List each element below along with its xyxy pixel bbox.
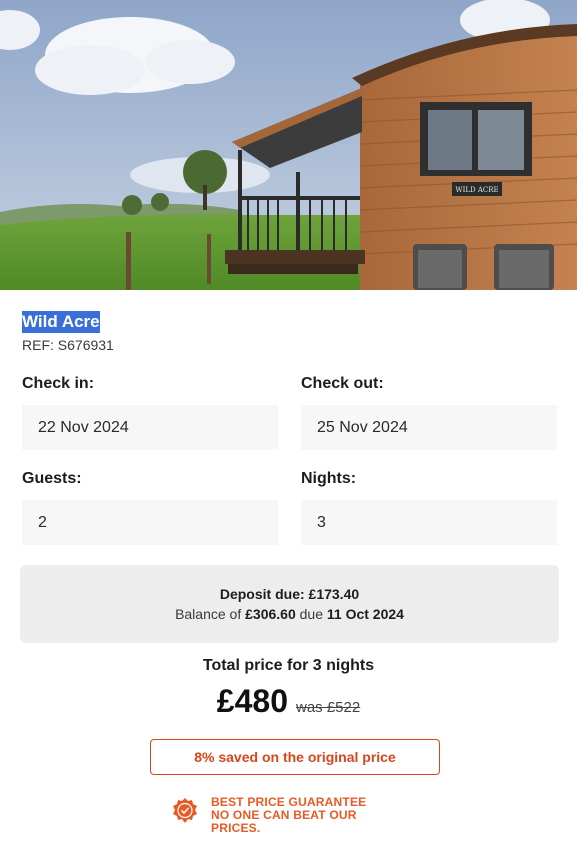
guarantee-text: BEST PRICE GUARANTEE NO ONE CAN BEAT OUR… <box>211 796 381 835</box>
price-guarantee-badge-icon <box>173 798 197 823</box>
balance-prefix: Balance of <box>175 606 242 622</box>
was-price: was £522 <box>295 699 361 716</box>
check-in-value: 22 Nov 2024 <box>38 418 129 436</box>
check-in-field[interactable]: 22 Nov 2024 <box>22 405 278 450</box>
deposit-due-prefix: Deposit due: <box>219 586 305 602</box>
nights-value: 3 <box>317 513 326 531</box>
check-out-field[interactable]: 25 Nov 2024 <box>301 405 557 450</box>
balance-mid: due <box>299 606 323 622</box>
balance-amount: £306.60 <box>245 606 296 622</box>
property-header: Wild Acre REF: S676931 <box>22 311 114 353</box>
balance-date: 11 Oct 2024 <box>326 606 404 622</box>
property-photo-illustration: WILD ACRE <box>0 0 577 290</box>
guests-label: Guests: <box>22 470 82 487</box>
check-out-value: 25 Nov 2024 <box>317 418 408 436</box>
nights-field[interactable]: 3 <box>301 500 557 545</box>
deposit-due-amount: £173.40 <box>308 586 360 602</box>
check-in-label: Check in: <box>22 375 95 392</box>
property-name: Wild Acre <box>22 311 100 333</box>
balance-line: Balance of £306.60 due 11 Oct 2024 <box>20 603 559 625</box>
guests-value: 2 <box>38 513 47 531</box>
property-photo: WILD ACRE <box>0 0 577 290</box>
check-out-label: Check out: <box>301 375 384 392</box>
guests-field[interactable]: 2 <box>22 500 278 545</box>
best-price-guarantee: BEST PRICE GUARANTEE NO ONE CAN BEAT OUR… <box>171 796 381 835</box>
savings-badge: 8% saved on the original price <box>150 739 440 775</box>
price-row: £480 was £522 <box>0 683 577 720</box>
total-price-label: Total price for 3 nights <box>202 657 375 674</box>
total-price: £480 <box>216 683 288 719</box>
hut-sign-text: WILD ACRE <box>455 186 498 194</box>
nights-label: Nights: <box>301 470 357 487</box>
property-ref: REF: S676931 <box>22 337 114 353</box>
deposit-due-line: Deposit due: £173.40 <box>20 585 559 603</box>
guarantee-line-3: PRICES. <box>211 821 261 835</box>
savings-text: 8% saved on the original price <box>194 749 396 765</box>
deposit-summary: Deposit due: £173.40 Balance of £306.60 … <box>20 565 559 643</box>
